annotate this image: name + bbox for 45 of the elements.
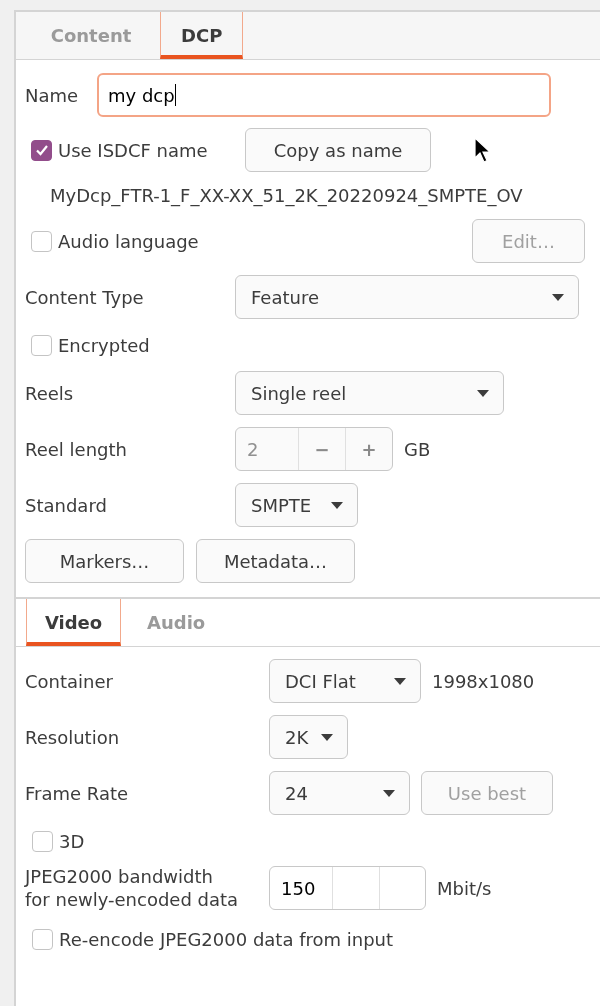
checkbox-label: Re-encode JPEG2000 data from input: [59, 927, 394, 952]
caret-icon: [477, 389, 489, 397]
spin-field[interactable]: 150: [269, 866, 426, 910]
field-label: Container: [25, 669, 114, 694]
mouse-pointer-icon: [474, 137, 492, 163]
caret-icon: [552, 293, 564, 301]
field-label: Frame Rate: [25, 781, 130, 806]
checkmark-icon: [34, 143, 49, 157]
button[interactable]: Metadata…: [196, 539, 355, 583]
dropdown[interactable]: SMPTE: [235, 483, 358, 527]
checkbox[interactable]: [31, 230, 52, 252]
caret-icon: [394, 677, 406, 685]
unit-label: GB: [404, 437, 431, 462]
caret-icon: [321, 733, 333, 741]
button[interactable]: Markers…: [25, 539, 184, 583]
checkbox[interactable]: [31, 334, 52, 356]
dropdown[interactable]: DCI Flat: [269, 659, 421, 703]
checkbox[interactable]: [31, 139, 52, 161]
checkbox-label: Encrypted: [58, 333, 150, 358]
dropdown[interactable]: 2K: [269, 715, 348, 759]
name-field[interactable]: my dcp: [97, 73, 551, 117]
field-label: Resolution: [25, 725, 121, 750]
field-label: JPEG2000 bandwidth for newly-encoded data: [25, 865, 240, 911]
checkbox[interactable]: [32, 928, 53, 950]
checkbox[interactable]: [32, 830, 53, 852]
dropdown[interactable]: 24: [269, 771, 410, 815]
tab[interactable]: Video: [26, 599, 121, 646]
checkbox-label: Audio language: [58, 229, 199, 254]
dropdown[interactable]: Feature: [235, 275, 579, 319]
field-label: Reels: [25, 381, 75, 406]
resolution-info: 1998x1080: [432, 669, 535, 694]
isdcf-name: MyDcp_FTR-1_F_XX-XX_51_2K_20220924_SMPTE_OV: [50, 183, 523, 209]
text-cursor: [174, 84, 177, 106]
field-label: Reel length: [25, 437, 128, 462]
caret-icon: [331, 501, 343, 509]
field-label: Name: [25, 83, 80, 108]
unit-label: Mbit/s: [437, 876, 492, 901]
checkbox-label: 3D: [59, 829, 85, 854]
caret-icon: [383, 789, 395, 797]
field-label: Standard: [25, 493, 108, 518]
tab[interactable]: DCP: [160, 12, 244, 59]
button[interactable]: Copy as name: [245, 128, 431, 172]
field-label: Content Type: [25, 285, 145, 310]
dropdown[interactable]: Single reel: [235, 371, 504, 415]
checkbox-label: Use ISDCF name: [58, 138, 208, 163]
